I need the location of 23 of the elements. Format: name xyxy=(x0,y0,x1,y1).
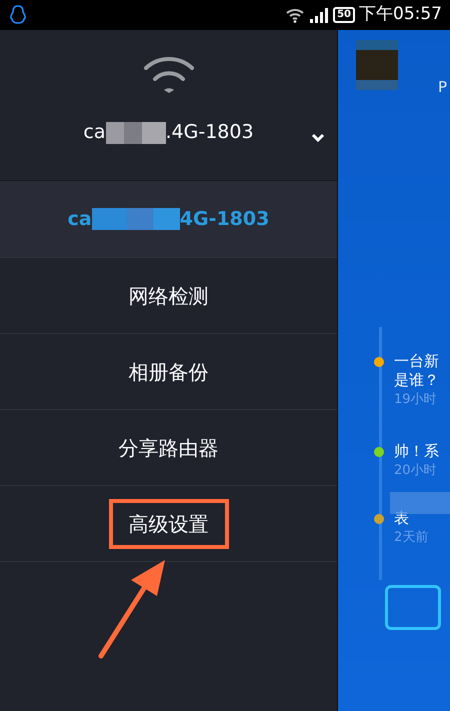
signal-icon xyxy=(309,7,330,23)
menu-item[interactable]: 相册备份 xyxy=(112,350,224,392)
menu-item[interactable]: 网络检测 xyxy=(112,274,224,316)
connected-network: ca 4G-1803 xyxy=(0,181,337,257)
battery-level: 50 xyxy=(333,7,355,23)
menu-item[interactable]: 高级设置 xyxy=(108,498,228,548)
menu-item[interactable]: 分享路由器 xyxy=(102,426,234,468)
wifi-icon xyxy=(285,7,306,23)
wifi-icon xyxy=(142,54,194,94)
header-text: P xyxy=(438,77,448,98)
avatar xyxy=(356,40,398,90)
event-title: 表 xyxy=(394,509,410,528)
network-name[interactable]: ca .4G-1803 xyxy=(83,118,254,146)
clock: 下午05:57 xyxy=(359,3,442,26)
event-title: 帅！系 xyxy=(394,442,439,461)
event-time: 19小时 xyxy=(394,391,438,409)
event-title: 是谁？ xyxy=(394,371,439,390)
penguin-icon xyxy=(8,4,28,26)
screen-icon xyxy=(385,585,441,630)
chevron-down-icon[interactable] xyxy=(311,133,325,143)
event-time: 20小时 xyxy=(394,462,438,480)
event-title: 一台新 xyxy=(394,352,439,371)
event-time: 2天前 xyxy=(394,529,428,547)
